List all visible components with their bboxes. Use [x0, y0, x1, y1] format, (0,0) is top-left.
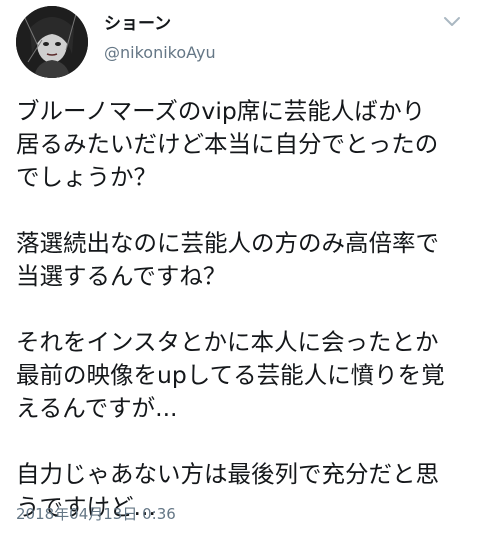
tweet-header: ショーン @nikonikoAyu	[0, 0, 480, 90]
user-meta: ショーン @nikonikoAyu	[104, 12, 216, 64]
chevron-down-glyph	[444, 17, 460, 26]
tweet-paragraph: それをインスタとかに本人に会ったとか 最前の映像をupしてる芸能人に憤りを覚 え…	[16, 328, 445, 422]
avatar-image	[16, 6, 88, 78]
tweet-paragraph: ブルーノマーズのvip席に芸能人ばかり 居るみたいだけど本当に自分でとったの で…	[16, 97, 439, 191]
avatar[interactable]	[16, 6, 88, 78]
user-handle[interactable]: @nikonikoAyu	[104, 42, 216, 64]
chevron-down-icon[interactable]	[442, 14, 462, 30]
tweet-card: ショーン @nikonikoAyu ブルーノマーズのvip席に芸能人ばかり 居る…	[0, 0, 480, 539]
tweet-text: ブルーノマーズのvip席に芸能人ばかり 居るみたいだけど本当に自分でとったの で…	[16, 95, 470, 524]
tweet-timestamp[interactable]: 2018年04月13日 0:36	[16, 504, 176, 524]
tweet-paragraph: 落選続出なのに芸能人の方のみ高倍率で 当選するんですね？	[16, 229, 439, 290]
display-name[interactable]: ショーン	[104, 12, 216, 36]
